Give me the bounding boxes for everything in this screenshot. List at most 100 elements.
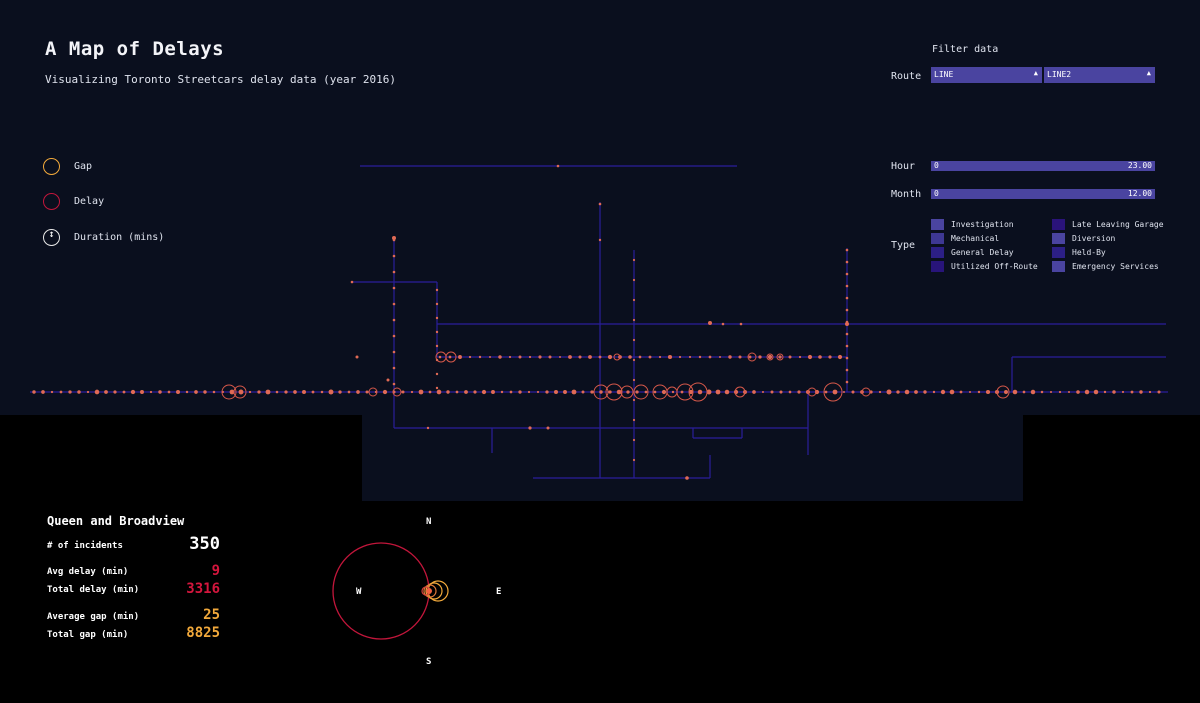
incident-marker[interactable] [458, 355, 462, 359]
incident-marker[interactable] [644, 390, 648, 394]
incident-marker[interactable] [914, 390, 918, 394]
incident-marker[interactable] [94, 389, 100, 395]
incident-marker[interactable] [435, 316, 439, 320]
incident-marker[interactable] [904, 389, 910, 395]
incident-marker[interactable] [545, 390, 549, 394]
incident-marker[interactable] [779, 390, 783, 394]
incident-marker[interactable] [435, 386, 439, 390]
incident-marker[interactable] [347, 390, 351, 394]
incident-marker[interactable] [1030, 389, 1036, 395]
incident-marker[interactable] [698, 355, 702, 359]
incident-marker[interactable] [320, 390, 324, 394]
incident-marker[interactable] [845, 296, 849, 300]
incident-marker[interactable] [498, 355, 502, 359]
incident-marker[interactable] [426, 426, 430, 430]
incident-marker[interactable] [632, 398, 636, 402]
incident-marker[interactable] [598, 355, 602, 359]
incident-marker[interactable] [632, 438, 636, 442]
incident-marker[interactable] [653, 390, 657, 394]
incident-marker[interactable] [959, 390, 963, 394]
incident-marker[interactable] [807, 354, 813, 360]
incident-marker[interactable] [194, 390, 198, 394]
incident-marker[interactable] [1121, 390, 1125, 394]
incident-marker[interactable] [739, 322, 743, 326]
incident-marker[interactable] [455, 390, 459, 394]
incident-marker[interactable] [635, 390, 639, 394]
incident-marker[interactable] [752, 390, 756, 394]
incident-marker[interactable] [265, 389, 271, 395]
incident-marker[interactable] [886, 389, 892, 395]
incident-marker[interactable] [328, 389, 334, 395]
incident-marker[interactable] [536, 390, 540, 394]
incident-marker[interactable] [392, 318, 396, 322]
incident-marker[interactable] [588, 355, 592, 359]
incident-marker[interactable] [338, 390, 342, 394]
incident-marker[interactable] [355, 355, 359, 359]
incident-marker[interactable] [661, 389, 667, 395]
incident-marker[interactable] [571, 389, 577, 395]
incident-marker[interactable] [509, 390, 513, 394]
incident-marker[interactable] [845, 368, 849, 372]
incident-marker[interactable] [546, 426, 550, 430]
incident-marker[interactable] [778, 355, 782, 359]
incident-marker[interactable] [1139, 390, 1143, 394]
incident-marker[interactable] [548, 355, 552, 359]
incident-marker[interactable] [678, 355, 682, 359]
incident-marker[interactable] [837, 354, 843, 360]
incident-marker[interactable] [1084, 389, 1090, 395]
incident-marker[interactable] [481, 389, 487, 395]
incident-marker[interactable] [527, 390, 531, 394]
incident-marker[interactable] [175, 389, 181, 395]
incident-marker[interactable] [508, 355, 512, 359]
incident-marker[interactable] [788, 390, 792, 394]
incident-marker[interactable] [688, 355, 692, 359]
incident-marker[interactable] [257, 390, 261, 394]
incident-marker[interactable] [977, 390, 981, 394]
incident-marker[interactable] [632, 458, 636, 462]
incident-marker[interactable] [392, 382, 396, 386]
incident-marker[interactable] [638, 355, 642, 359]
incident-marker[interactable] [828, 355, 832, 359]
incident-marker[interactable] [632, 418, 636, 422]
incident-marker[interactable] [932, 390, 936, 394]
incident-marker[interactable] [1157, 390, 1161, 394]
incident-marker[interactable] [122, 390, 126, 394]
incident-marker[interactable] [626, 390, 630, 394]
incident-marker[interactable] [845, 344, 849, 348]
incident-marker[interactable] [632, 318, 636, 322]
incident-marker[interactable] [845, 356, 849, 360]
incident-marker[interactable] [553, 389, 559, 395]
incident-marker[interactable] [599, 390, 603, 394]
incident-marker[interactable] [832, 389, 838, 395]
incident-marker[interactable] [797, 390, 801, 394]
incident-marker[interactable] [607, 354, 613, 360]
incident-marker[interactable] [293, 390, 297, 394]
incident-marker[interactable] [301, 389, 307, 395]
incident-marker[interactable] [632, 258, 636, 262]
incident-marker[interactable] [435, 344, 439, 348]
incident-marker[interactable] [590, 390, 594, 394]
incident-marker[interactable] [708, 355, 712, 359]
incident-marker[interactable] [392, 334, 396, 338]
incident-marker[interactable] [845, 248, 849, 252]
incident-marker[interactable] [556, 164, 560, 168]
incident-marker[interactable] [518, 390, 522, 394]
incident-marker[interactable] [697, 389, 703, 395]
incident-marker[interactable] [448, 355, 452, 359]
incident-marker[interactable] [438, 355, 442, 359]
incident-marker[interactable] [845, 332, 849, 336]
incident-marker[interactable] [212, 390, 216, 394]
incident-marker[interactable] [68, 390, 72, 394]
incident-markers[interactable] [32, 164, 1161, 480]
incident-marker[interactable] [658, 355, 662, 359]
incident-marker[interactable] [435, 358, 439, 362]
incident-marker[interactable] [528, 426, 532, 430]
incident-marker[interactable] [392, 350, 396, 354]
incident-marker[interactable] [632, 278, 636, 282]
incident-marker[interactable] [500, 390, 504, 394]
incident-marker[interactable] [667, 354, 673, 360]
incident-marker[interactable] [518, 355, 522, 359]
incident-marker[interactable] [728, 355, 732, 359]
incident-marker[interactable] [1022, 390, 1026, 394]
incident-marker[interactable] [478, 355, 482, 359]
